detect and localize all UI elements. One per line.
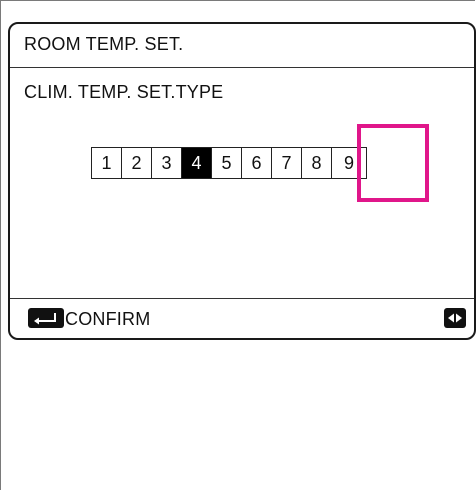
type-option-3[interactable]: 3: [151, 147, 182, 179]
footer-bar: CONFIRM: [10, 298, 474, 338]
type-option-1[interactable]: 1: [91, 147, 122, 179]
controller-screen: ROOM TEMP. SET. CLIM. TEMP. SET.TYPE 1 2…: [8, 22, 476, 340]
highlight-box: [357, 124, 429, 202]
title-bar: ROOM TEMP. SET.: [10, 24, 474, 68]
screen-title: ROOM TEMP. SET.: [24, 34, 184, 54]
left-right-arrows-icon[interactable]: [444, 308, 466, 328]
type-option-4-selected[interactable]: 4: [181, 147, 212, 179]
type-selector[interactable]: 1 2 3 4 5 6 7 8 9: [91, 147, 367, 179]
confirm-label[interactable]: CONFIRM: [65, 309, 150, 330]
setting-label: CLIM. TEMP. SET.TYPE: [24, 82, 224, 102]
type-option-2[interactable]: 2: [121, 147, 152, 179]
type-option-6[interactable]: 6: [241, 147, 272, 179]
type-option-7[interactable]: 7: [271, 147, 302, 179]
type-option-9[interactable]: 9: [331, 147, 367, 179]
type-option-5[interactable]: 5: [211, 147, 242, 179]
enter-key-icon[interactable]: [28, 308, 64, 328]
type-option-8[interactable]: 8: [301, 147, 332, 179]
